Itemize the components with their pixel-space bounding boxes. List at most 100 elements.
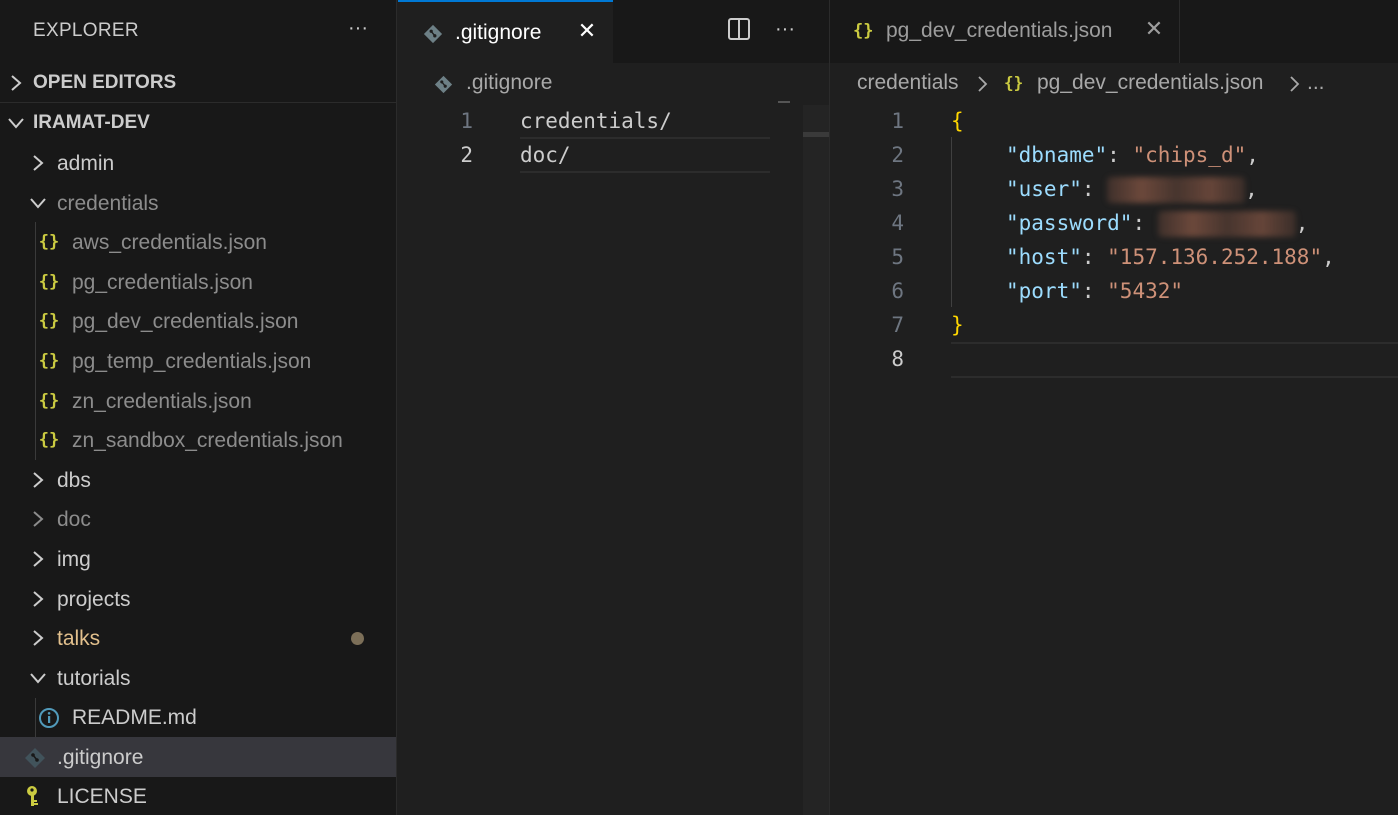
- json-value: "157.136.252.188": [1107, 245, 1323, 269]
- breadcrumb-file[interactable]: pg_dev_credentials.json: [1037, 71, 1264, 95]
- current-line-highlight: [951, 342, 1398, 378]
- tree-folder-dbs[interactable]: dbs: [0, 460, 396, 500]
- code-line: doc/: [520, 143, 571, 167]
- tree-file-readme[interactable]: README.md: [0, 697, 396, 737]
- tree-label: pg_credentials.json: [72, 271, 253, 294]
- json-key: "dbname": [1006, 143, 1108, 167]
- json-line-host: "host": "157.136.252.188",: [1006, 245, 1335, 269]
- json-colon: :: [1081, 177, 1108, 201]
- tree-label: credentials: [57, 192, 159, 215]
- json-file-icon: {}: [853, 21, 874, 41]
- tree-label: README.md: [72, 706, 197, 729]
- chevron-right-icon: [33, 511, 44, 527]
- tree-label: .gitignore: [57, 746, 144, 769]
- tab-label: .gitignore: [455, 21, 542, 44]
- tree-file-pg-credentials[interactable]: {} pg_credentials.json: [0, 262, 396, 302]
- more-actions-icon[interactable]: ···: [344, 14, 372, 42]
- json-key: "port": [1006, 279, 1082, 303]
- editor-group-gitignore: .gitignore ✕ ··· .gitignore 1 credential…: [398, 0, 829, 815]
- tree-file-license[interactable]: LICENSE: [0, 776, 396, 815]
- tree-folder-credentials[interactable]: credentials: [0, 183, 396, 223]
- json-colon: :: [1081, 245, 1108, 269]
- breadcrumb-file[interactable]: .gitignore: [466, 71, 552, 95]
- tree-file-aws-credentials[interactable]: {} aws_credentials.json: [0, 222, 396, 262]
- chevron-right-icon: [33, 551, 44, 567]
- open-editors-section[interactable]: OPEN EDITORS: [0, 63, 396, 103]
- code-editor[interactable]: 1 credentials/ 2 doc/: [398, 105, 829, 815]
- tree-label: img: [57, 548, 91, 571]
- minimap-line: [778, 101, 790, 103]
- json-open-brace: {: [951, 109, 964, 133]
- line-number: 3: [891, 177, 904, 201]
- json-key: "password": [1006, 211, 1133, 235]
- workspace-label: IRAMAT-DEV: [33, 112, 150, 133]
- chevron-down-icon: [30, 673, 46, 684]
- tree-file-zn-sandbox-credentials[interactable]: {} zn_sandbox_credentials.json: [0, 420, 396, 460]
- json-close-brace: }: [951, 313, 964, 337]
- tree-folder-tutorials[interactable]: tutorials: [0, 658, 396, 698]
- chevron-right-icon: [33, 630, 44, 646]
- redacted-value: [1157, 211, 1296, 237]
- open-editors-label: OPEN EDITORS: [33, 72, 177, 93]
- line-number: 2: [891, 143, 904, 167]
- modified-indicator-dot: [351, 632, 364, 645]
- explorer-header: EXPLORER ···: [0, 0, 396, 63]
- git-icon: [434, 75, 453, 94]
- chevron-down-icon: [8, 118, 24, 129]
- more-actions-icon[interactable]: ···: [770, 14, 800, 44]
- scrollbar-marker: [803, 132, 829, 137]
- tree-label: projects: [57, 588, 131, 611]
- tab-gitignore[interactable]: .gitignore ✕: [398, 0, 613, 63]
- indent-guide: [951, 137, 952, 307]
- breadcrumb-folder[interactable]: credentials: [857, 71, 959, 95]
- tree-folder-admin[interactable]: admin: [0, 143, 396, 183]
- split-editor-icon[interactable]: [724, 14, 754, 44]
- tree-label: pg_temp_credentials.json: [72, 350, 312, 373]
- tree-folder-doc[interactable]: doc: [0, 499, 396, 539]
- chevron-right-icon: [33, 591, 44, 607]
- explorer-sidebar: EXPLORER ··· OPEN EDITORS IRAMAT-DEV adm…: [0, 0, 397, 815]
- tree-label: admin: [57, 152, 115, 175]
- json-colon: :: [1132, 211, 1158, 235]
- tree-folder-img[interactable]: img: [0, 539, 396, 579]
- json-comma: ,: [1245, 177, 1258, 201]
- json-line-dbname: "dbname": "chips_d",: [1006, 143, 1259, 167]
- json-key: "host": [1006, 245, 1082, 269]
- tree-file-pg-temp-credentials[interactable]: {} pg_temp_credentials.json: [0, 341, 396, 381]
- key-icon: [27, 786, 38, 806]
- line-number: 2: [460, 143, 473, 167]
- vertical-scrollbar[interactable]: [803, 105, 829, 815]
- json-value: "5432": [1107, 279, 1184, 303]
- tree-label: doc: [57, 508, 91, 531]
- close-icon[interactable]: ✕: [573, 17, 601, 45]
- json-value: "chips_d": [1132, 143, 1247, 167]
- chevron-down-icon: [30, 198, 46, 209]
- info-icon: [39, 708, 59, 728]
- workspace-section[interactable]: IRAMAT-DEV: [0, 103, 396, 143]
- json-line-port: "port": "5432": [1006, 279, 1183, 303]
- tab-pg-dev-credentials[interactable]: {} pg_dev_credentials.json ✕: [830, 0, 1180, 63]
- tree-file-zn-credentials[interactable]: {} zn_credentials.json: [0, 381, 396, 421]
- tree-label: zn_credentials.json: [72, 390, 252, 413]
- git-icon: [25, 748, 45, 768]
- tree-file-pg-dev-credentials[interactable]: {} pg_dev_credentials.json: [0, 301, 396, 341]
- chevron-right-icon: [1290, 76, 1300, 92]
- tree-folder-projects[interactable]: projects: [0, 579, 396, 619]
- close-icon[interactable]: ✕: [1140, 15, 1168, 43]
- tree-label: aws_credentials.json: [72, 231, 267, 254]
- explorer-title: EXPLORER: [33, 20, 139, 41]
- json-file-icon: {}: [38, 351, 60, 371]
- chevron-right-icon: [33, 472, 44, 488]
- tab-label: pg_dev_credentials.json: [886, 19, 1113, 42]
- json-key: "user": [1006, 177, 1082, 201]
- code-editor[interactable]: 1 2 3 4 5 6 7 8 { "dbname": "chips_d", "…: [830, 105, 1398, 815]
- breadcrumb-more[interactable]: ...: [1307, 71, 1325, 95]
- breadcrumb: credentials {} pg_dev_credentials.json .…: [830, 63, 1398, 105]
- tab-bar: {} pg_dev_credentials.json ✕: [830, 0, 1398, 63]
- line-number: 5: [891, 245, 904, 269]
- tree-file-gitignore[interactable]: .gitignore: [0, 737, 396, 777]
- json-file-icon: {}: [38, 430, 60, 450]
- tree-folder-talks[interactable]: talks: [0, 618, 396, 658]
- json-file-icon: {}: [38, 272, 60, 292]
- json-comma: ,: [1295, 211, 1309, 235]
